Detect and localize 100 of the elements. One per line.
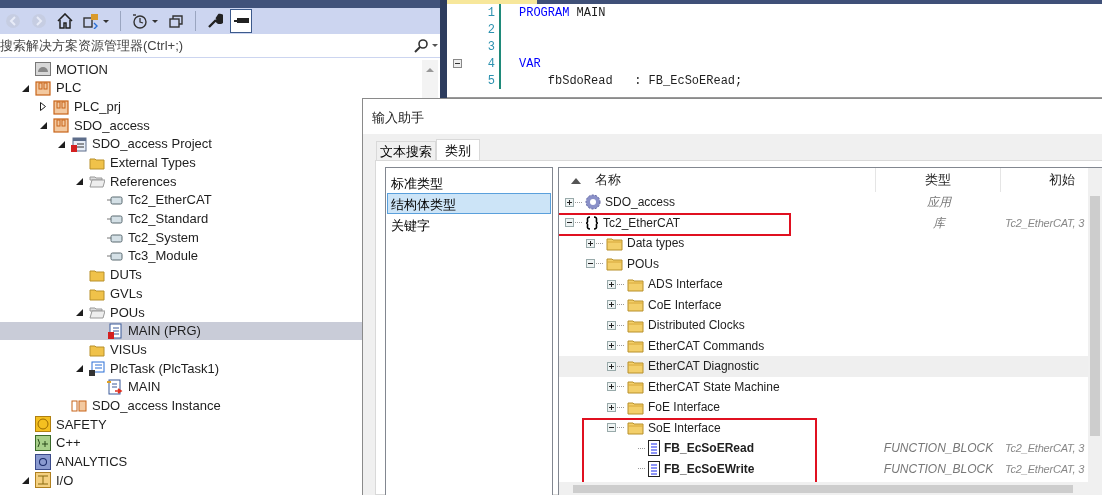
collapse-icon[interactable] (21, 476, 29, 484)
tree-row[interactable]: EtherCAT State Machine (559, 376, 1088, 397)
tree-row[interactable]: FB_EcSoERead FUNCTION_BLOCK Tc2_EtherCAT, 3 (559, 438, 1088, 459)
collapse-icon[interactable] (21, 84, 29, 92)
expand-icon[interactable] (607, 279, 616, 289)
collapse-icon[interactable] (57, 140, 65, 148)
search-field[interactable]: 搜索解决方案资源管理器(Ctrl+;) (0, 35, 400, 56)
tree-item[interactable]: DUTs (0, 265, 440, 285)
expand-icon[interactable] (607, 361, 616, 371)
init-cell-text: Tc2_EtherCAT, 3 (1005, 461, 1085, 477)
item-name: Distributed Clocks (648, 317, 745, 335)
windows-icon (168, 13, 184, 29)
item-label: Tc2_EtherCAT (128, 191, 212, 210)
tree-item[interactable]: POUs (0, 302, 440, 322)
collapse-icon[interactable] (75, 364, 83, 372)
sort-icon[interactable] (571, 176, 581, 184)
init-cell-text: Tc2_EtherCAT, 3 (1005, 215, 1085, 231)
module-icon (35, 80, 51, 97)
line-number: 3 (487, 38, 495, 56)
expand-icon[interactable] (607, 300, 616, 310)
tree-item[interactable]: SAFETY (0, 415, 440, 434)
item-name: Tc2_EtherCAT (603, 214, 681, 232)
tree-item[interactable]: Tc3_Module (0, 246, 440, 266)
expand-icon[interactable] (586, 238, 595, 248)
module-icon (71, 397, 87, 414)
category-item[interactable]: 结构体类型 (387, 193, 551, 214)
task-icon (89, 360, 105, 377)
tree-item[interactable]: VISUs (0, 340, 440, 359)
forward-icon (31, 13, 47, 29)
search-icon[interactable] (414, 38, 440, 53)
tree-row[interactable]: POUs (559, 253, 1088, 274)
tree-item[interactable]: GVLs (0, 284, 440, 303)
wrench-icon (207, 13, 223, 29)
collapse-icon[interactable] (607, 423, 616, 433)
tree-row[interactable]: Tc2_EtherCAT 库 Tc2_EtherCAT, 3 (559, 212, 1088, 233)
expand-icon[interactable] (607, 382, 616, 392)
vertical-scrollbar[interactable] (1088, 168, 1102, 482)
type-cell-text: FUNCTION_BLOCK (883, 460, 994, 478)
item-name: FoE Interface (648, 399, 721, 417)
tree-item[interactable]: MAIN (0, 377, 440, 397)
collapse-icon[interactable] (75, 308, 83, 316)
clock-icon (132, 13, 148, 29)
category-item[interactable]: 标准类型 (387, 172, 551, 193)
code-line: VAR (519, 55, 541, 73)
tree-row[interactable]: ADS Interface (559, 274, 1088, 295)
horizontal-scrollbar[interactable] (559, 482, 1102, 495)
item-label: References (110, 172, 177, 191)
folder-icon (606, 256, 623, 272)
collapse-icon[interactable] (586, 259, 595, 269)
item-label: Tc2_System (128, 228, 199, 247)
expand-icon[interactable] (607, 320, 616, 330)
column-header[interactable]: 初始 (1049, 170, 1075, 190)
item-label: ANALYTICS (56, 453, 128, 472)
tree-row[interactable]: SDO_access 应用 (559, 192, 1088, 213)
expand-icon[interactable] (607, 341, 616, 351)
item-name: SDO_access (605, 194, 676, 212)
tab[interactable]: 类别 (436, 139, 480, 161)
collapse-icon[interactable] (565, 218, 574, 228)
fold-icon[interactable] (453, 59, 462, 68)
document-icon (648, 460, 660, 477)
folder-icon (627, 379, 644, 395)
collapse-icon[interactable] (39, 121, 47, 129)
tree-row[interactable]: EtherCAT Commands (559, 335, 1088, 356)
tab[interactable]: 文本搜索 (376, 141, 436, 161)
folder-icon (627, 399, 644, 415)
document-icon (648, 440, 660, 457)
item-label: MAIN (128, 378, 161, 397)
column-header[interactable]: 名称 (595, 170, 621, 190)
tree-row[interactable]: SoE Interface (559, 417, 1088, 438)
tree-row[interactable]: FB_EcSoEWrite FUNCTION_BLOCK Tc2_EtherCAT, 3 (559, 458, 1088, 479)
tree-item[interactable]: MOTION (0, 60, 440, 79)
dialog-title: 输入助手 (363, 99, 1102, 134)
item-name: Data types (627, 235, 685, 253)
category-item[interactable]: 关键字 (387, 214, 551, 235)
item-label: GVLs (110, 284, 143, 303)
tree-item[interactable]: PLC (0, 78, 440, 98)
tree-item[interactable]: SDO_access Instance (0, 396, 440, 416)
line-number: 1 (487, 4, 495, 22)
collapse-icon[interactable] (75, 177, 83, 185)
expand-icon[interactable] (607, 402, 616, 412)
tree-item[interactable]: ANALYTICS (0, 452, 440, 472)
tree-row[interactable]: EtherCAT Diagnostic (559, 356, 1088, 377)
tree-item[interactable]: C++ (0, 433, 440, 453)
item-label: SDO_access (74, 116, 150, 135)
expand-icon[interactable] (565, 197, 574, 207)
tree-item[interactable]: I/O (0, 471, 440, 490)
column-header[interactable]: 类型 (925, 170, 951, 190)
tree-row[interactable]: FoE Interface (559, 397, 1088, 418)
item-name: EtherCAT Diagnostic (648, 358, 759, 376)
folder-icon (606, 235, 623, 251)
item-label: VISUs (110, 340, 147, 359)
pin-button[interactable] (230, 9, 252, 33)
tree-row[interactable]: Data types (559, 233, 1088, 254)
tree-item[interactable]: PlcTask (PlcTask1) (0, 359, 440, 378)
tree-row[interactable]: Distributed Clocks (559, 315, 1088, 336)
module-icon (53, 98, 69, 115)
caret-icon (152, 19, 158, 23)
tree-row[interactable]: CoE Interface (559, 294, 1088, 315)
expand-icon[interactable] (40, 102, 46, 112)
folder-icon (627, 338, 644, 354)
